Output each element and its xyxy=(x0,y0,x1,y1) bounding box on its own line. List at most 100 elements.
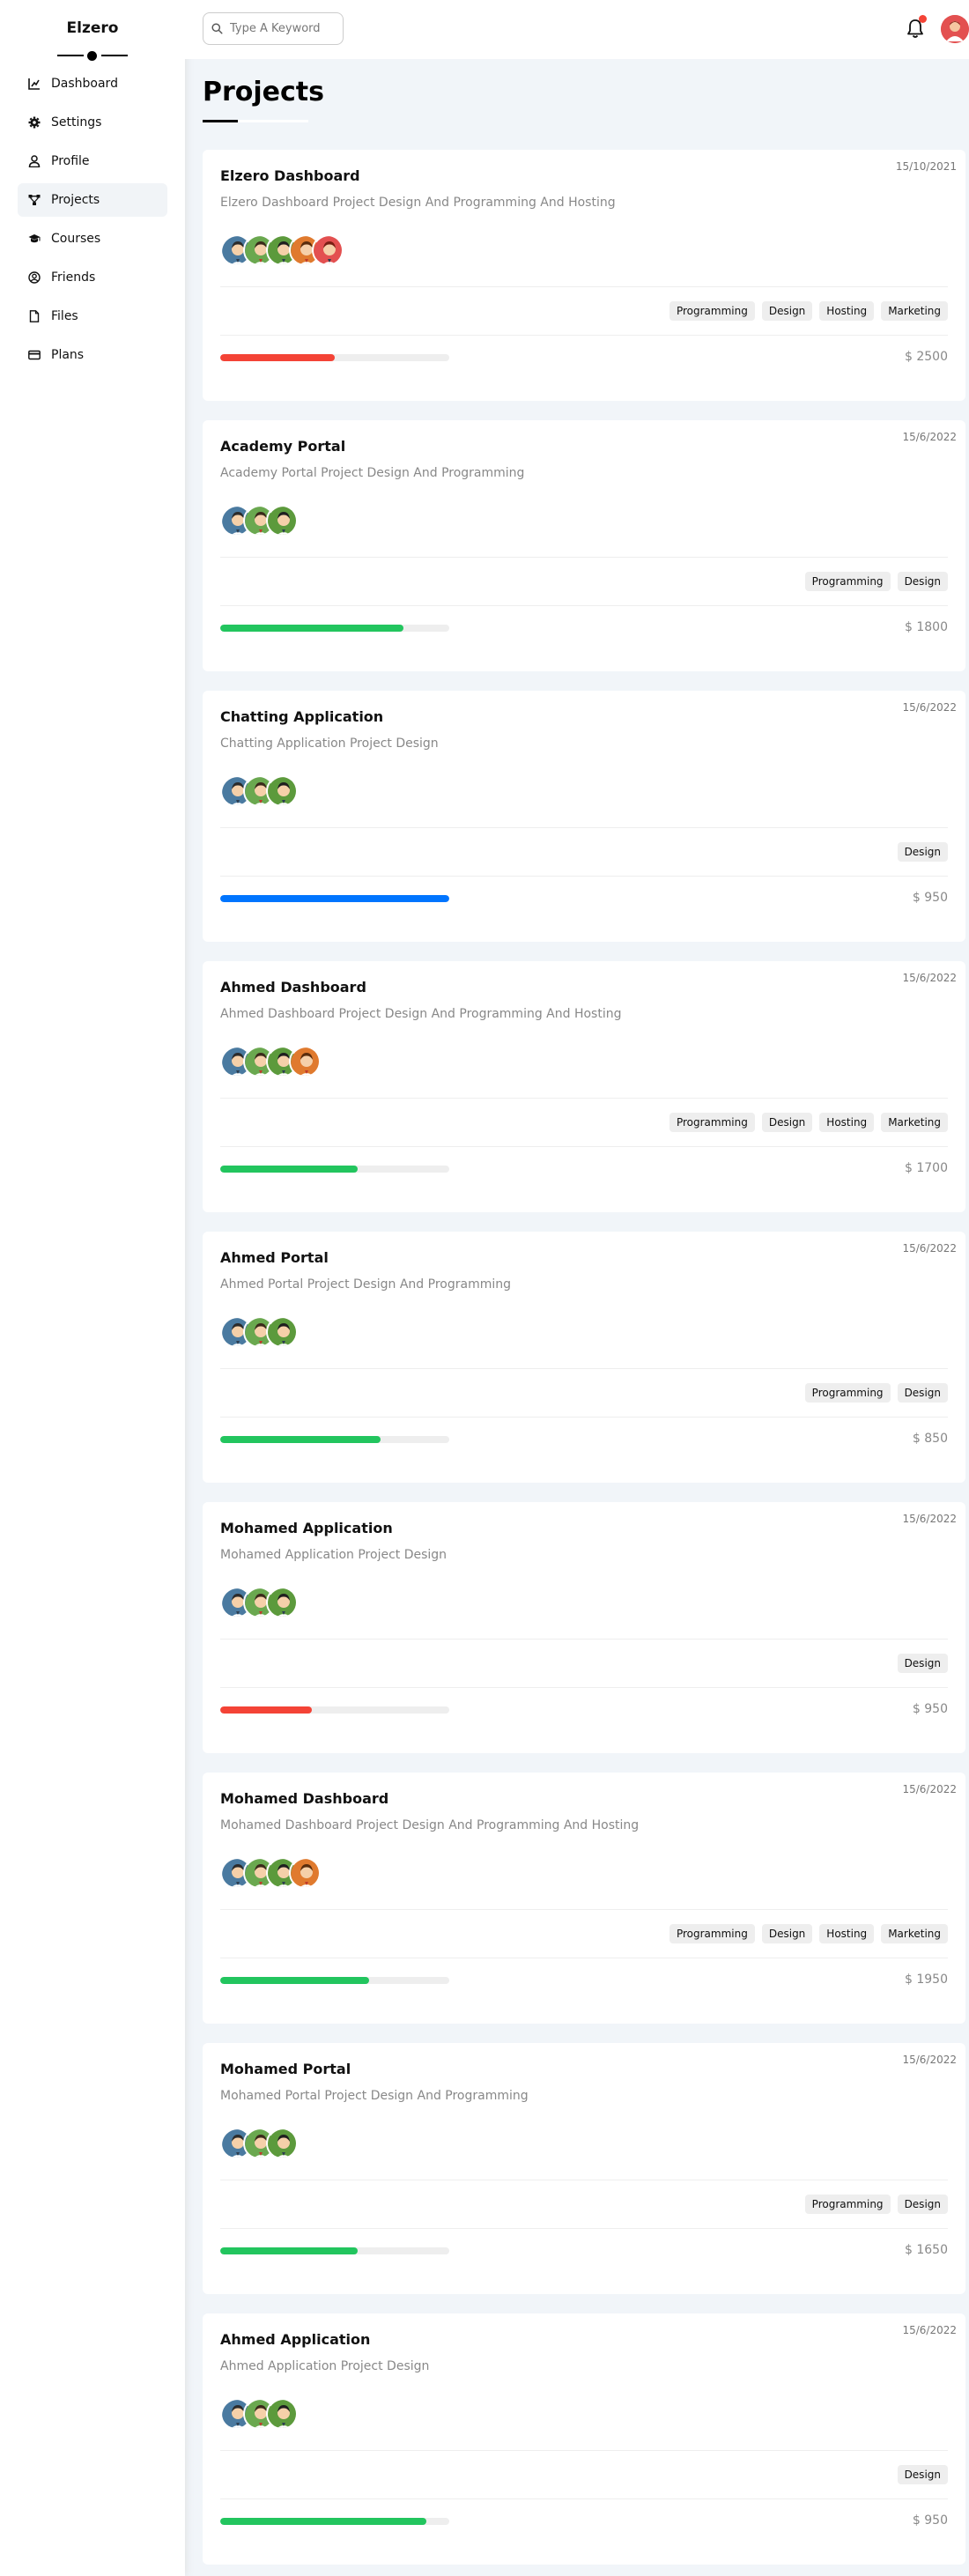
project-price: $ 950 xyxy=(912,2513,948,2528)
gear-icon xyxy=(28,116,41,129)
divider xyxy=(220,1146,948,1147)
brand-decoration xyxy=(57,51,128,61)
divider xyxy=(220,1687,948,1688)
project-title: Ahmed Application xyxy=(220,2331,371,2348)
divider xyxy=(220,1368,948,1369)
progress-fill xyxy=(220,1166,358,1173)
team-member-avatar[interactable] xyxy=(312,234,344,266)
project-title: Mohamed Portal xyxy=(220,2061,351,2077)
project-tag: Programming xyxy=(804,1383,891,1403)
project-description: Ahmed Portal Project Design And Programm… xyxy=(220,1277,511,1292)
team-member-avatar[interactable] xyxy=(266,775,298,807)
progress-fill xyxy=(220,895,449,902)
user-icon xyxy=(28,155,41,167)
project-tag: Design xyxy=(897,572,948,591)
project-description: Ahmed Dashboard Project Design And Progr… xyxy=(220,1007,622,1021)
notification-button[interactable] xyxy=(906,15,927,41)
sidebar-item-label: Friends xyxy=(51,270,96,285)
project-date: 15/6/2022 xyxy=(902,2054,957,2066)
team-member-avatar[interactable] xyxy=(266,505,298,537)
divider xyxy=(220,286,948,287)
divider xyxy=(220,2498,948,2499)
page-title: Projects xyxy=(203,77,325,107)
search-input[interactable] xyxy=(230,22,336,35)
project-date: 15/6/2022 xyxy=(902,2324,957,2336)
sidebar-item-dashboard[interactable]: Dashboard xyxy=(18,67,167,100)
divider xyxy=(220,2228,948,2229)
divider xyxy=(220,876,948,877)
project-card: 15/6/2022 Mohamed Portal Mohamed Portal Pr… xyxy=(203,2043,965,2294)
project-price: $ 2500 xyxy=(905,350,948,364)
sidebar-item-profile[interactable]: Profile xyxy=(18,144,167,178)
progress-bar xyxy=(220,354,449,361)
project-card: 15/10/2021 Elzero Dashboard Elzero Dashboa… xyxy=(203,150,965,401)
sidebar: Elzero Dashboard Settings Profile Projects C… xyxy=(0,0,185,2576)
team-member-avatar[interactable] xyxy=(266,1587,298,1618)
project-date: 15/6/2022 xyxy=(902,431,957,443)
project-tags: Programming Design xyxy=(804,572,948,591)
team-member-avatar[interactable] xyxy=(289,1857,321,1889)
project-tag: Design xyxy=(897,1654,948,1673)
notification-badge xyxy=(919,15,927,23)
project-price: $ 1700 xyxy=(905,1161,948,1175)
divider xyxy=(220,605,948,606)
project-tag: Design xyxy=(897,842,948,862)
project-card: 15/6/2022 Mohamed Application Mohamed Appl… xyxy=(203,1502,965,1753)
project-date: 15/6/2022 xyxy=(902,701,957,714)
project-description: Elzero Dashboard Project Design And Prog… xyxy=(220,196,616,210)
sidebar-item-plans[interactable]: Plans xyxy=(18,338,167,372)
project-tag: Design xyxy=(761,301,813,321)
project-tag: Programming xyxy=(669,301,755,321)
team-member-avatar[interactable] xyxy=(266,2398,298,2430)
project-card: 15/6/2022 Ahmed Application Ahmed Applicat… xyxy=(203,2313,965,2565)
project-description: Academy Portal Project Design And Progra… xyxy=(220,466,525,480)
header xyxy=(185,0,969,59)
search-box[interactable] xyxy=(203,12,344,45)
project-title: Chatting Application xyxy=(220,708,384,725)
project-tag: Marketing xyxy=(881,1924,948,1943)
project-team xyxy=(220,1046,321,1081)
progress-fill xyxy=(220,2247,358,2254)
project-tag: Programming xyxy=(669,1924,755,1943)
divider xyxy=(220,335,948,336)
divider xyxy=(220,827,948,828)
divider xyxy=(220,1639,948,1640)
sidebar-item-label: Profile xyxy=(51,154,90,168)
project-tag: Programming xyxy=(669,1113,755,1132)
project-price: $ 950 xyxy=(912,1702,948,1716)
project-card: 15/6/2022 Chatting Application Chatting Ap… xyxy=(203,691,965,942)
project-team xyxy=(220,1857,321,1892)
project-description: Mohamed Portal Project Design And Progra… xyxy=(220,2089,529,2103)
project-tags: Design xyxy=(897,842,948,862)
project-price: $ 1650 xyxy=(905,2243,948,2257)
project-team xyxy=(220,1587,298,1622)
project-tags: Design xyxy=(897,1654,948,1673)
user-avatar[interactable] xyxy=(941,15,969,43)
project-card: 15/6/2022 Ahmed Dashboard Ahmed Dashboard … xyxy=(203,961,965,1212)
sidebar-item-label: Settings xyxy=(51,115,102,130)
project-team xyxy=(220,775,298,811)
project-date: 15/6/2022 xyxy=(902,972,957,984)
team-member-avatar[interactable] xyxy=(266,1316,298,1348)
sidebar-item-friends[interactable]: Friends xyxy=(18,261,167,294)
sidebar-item-files[interactable]: Files xyxy=(18,300,167,333)
progress-bar xyxy=(220,895,449,902)
team-member-avatar[interactable] xyxy=(289,1046,321,1077)
project-tags: Design xyxy=(897,2465,948,2484)
file-icon xyxy=(28,310,41,322)
project-date: 15/6/2022 xyxy=(902,1513,957,1525)
project-card: 15/6/2022 Academy Portal Academy Portal Pr… xyxy=(203,420,965,671)
project-tags: Programming Design Hosting Marketing xyxy=(669,1924,948,1943)
team-member-avatar[interactable] xyxy=(266,2128,298,2159)
sidebar-item-label: Dashboard xyxy=(51,77,118,91)
project-description: Chatting Application Project Design xyxy=(220,737,439,751)
sidebar-item-settings[interactable]: Settings xyxy=(18,106,167,139)
project-tag: Design xyxy=(897,2465,948,2484)
progress-bar xyxy=(220,1166,449,1173)
sidebar-item-courses[interactable]: Courses xyxy=(18,222,167,255)
user-circle-icon xyxy=(28,271,41,284)
project-title: Mohamed Dashboard xyxy=(220,1790,389,1807)
sidebar-item-projects[interactable]: Projects xyxy=(18,183,167,217)
progress-bar xyxy=(220,1706,449,1714)
project-date: 15/6/2022 xyxy=(902,1242,957,1255)
